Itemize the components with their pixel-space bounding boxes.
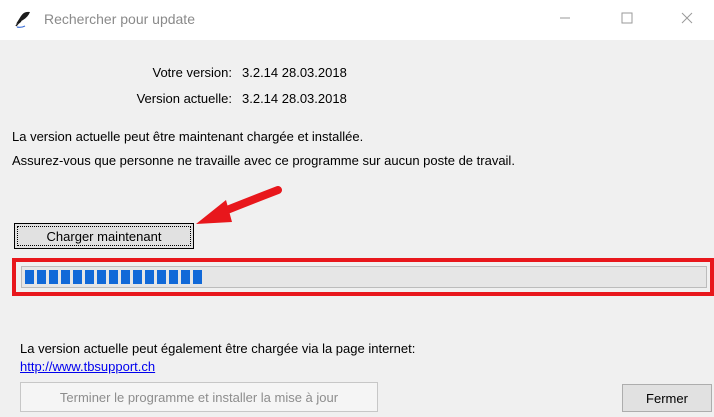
load-now-button[interactable]: Charger maintenant bbox=[14, 223, 194, 249]
progress-segment bbox=[169, 270, 178, 284]
app-quill-icon bbox=[15, 11, 30, 28]
progress-segment bbox=[97, 270, 106, 284]
progress-segment bbox=[85, 270, 94, 284]
your-version-label: Votre version: bbox=[152, 65, 233, 80]
window-title: Rechercher pour update bbox=[44, 11, 195, 27]
info-message-line1: La version actuelle peut être maintenant… bbox=[12, 129, 364, 144]
current-version-value: 3.2.14 28.03.2018 bbox=[242, 91, 347, 106]
progress-segment bbox=[61, 270, 70, 284]
progress-segment bbox=[181, 270, 190, 284]
progress-segment bbox=[157, 270, 166, 284]
web-info-text: La version actuelle peut également être … bbox=[20, 341, 416, 356]
minimize-button[interactable] bbox=[542, 0, 588, 36]
maximize-button[interactable] bbox=[604, 0, 650, 36]
progress-segment bbox=[37, 270, 46, 284]
info-message-line2: Assurez-vous que personne ne travaille a… bbox=[12, 153, 515, 168]
minimize-icon bbox=[560, 17, 570, 19]
maximize-icon bbox=[621, 12, 633, 24]
progress-highlight bbox=[12, 258, 714, 296]
finish-install-button[interactable]: Terminer le programme et installer la mi… bbox=[20, 382, 378, 412]
progress-segment bbox=[193, 270, 202, 284]
your-version-value: 3.2.14 28.03.2018 bbox=[242, 65, 347, 80]
current-version-label: Version actuelle: bbox=[136, 91, 232, 106]
close-icon bbox=[681, 12, 693, 24]
download-progress-bar bbox=[21, 266, 707, 288]
close-window-button[interactable] bbox=[664, 0, 710, 36]
annotation-arrow bbox=[196, 186, 282, 224]
progress-segments bbox=[25, 270, 703, 284]
progress-segment bbox=[49, 270, 58, 284]
progress-segment bbox=[133, 270, 142, 284]
progress-segment bbox=[25, 270, 34, 284]
support-link[interactable]: http://www.tbsupport.ch bbox=[20, 359, 155, 374]
progress-segment bbox=[121, 270, 130, 284]
progress-segment bbox=[145, 270, 154, 284]
title-bar: Rechercher pour update bbox=[0, 0, 714, 40]
progress-segment bbox=[73, 270, 82, 284]
progress-segment bbox=[109, 270, 118, 284]
dialog-body: Votre version: 3.2.14 28.03.2018 Version… bbox=[0, 40, 714, 417]
close-button[interactable]: Fermer bbox=[622, 384, 712, 412]
